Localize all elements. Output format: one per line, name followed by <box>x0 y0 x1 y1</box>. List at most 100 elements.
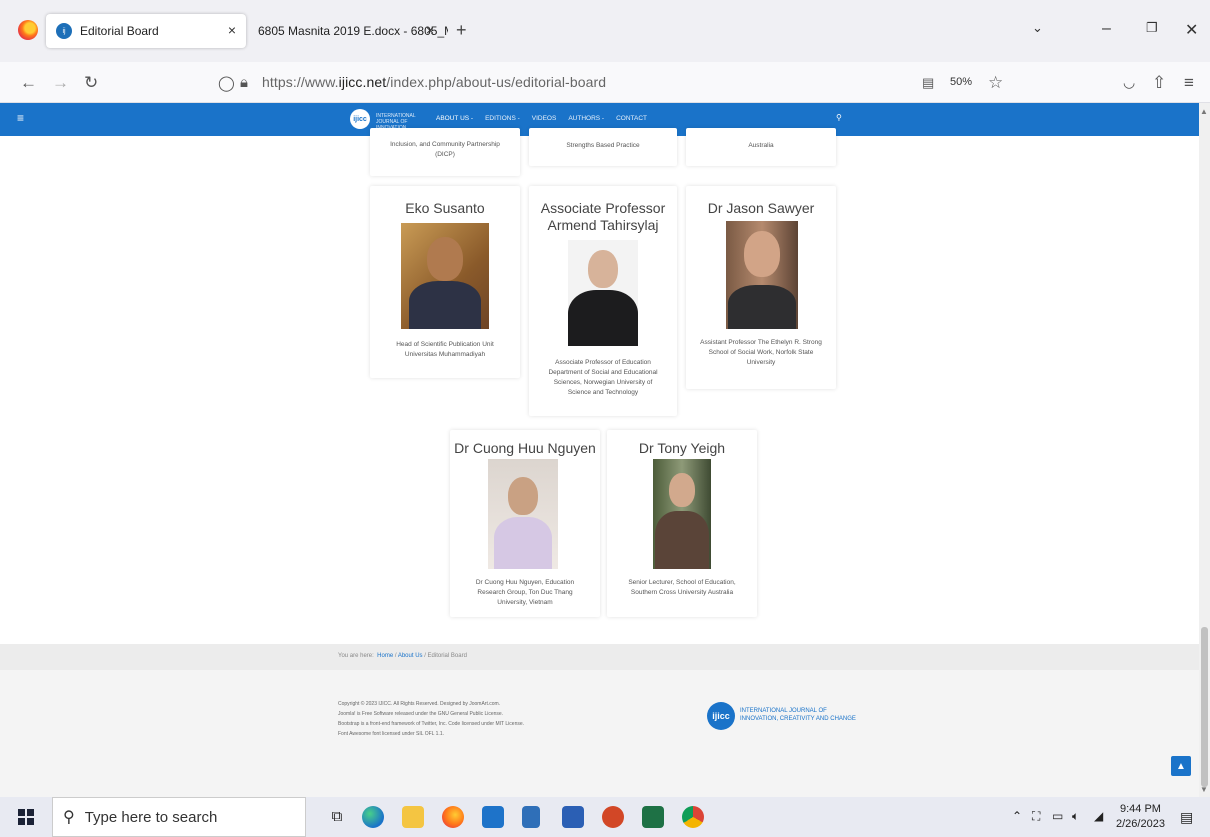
footer-font-license[interactable]: Font Awesome font licensed under SIL OFL… <box>338 731 444 737</box>
member-name: Dr Cuong Huu Nguyen <box>454 440 596 456</box>
tray-chevron-icon[interactable]: ⌃ <box>1012 809 1022 823</box>
maximize-button[interactable]: ❐ <box>1146 20 1158 36</box>
site-logo[interactable]: ijicc <box>350 109 370 129</box>
mail-icon[interactable] <box>482 806 504 828</box>
menu-icon[interactable]: ≡ <box>1184 73 1194 93</box>
browser-nav-bar: ← → ↻ ◯ 🔒︎ https://www.ijicc.net/index.p… <box>0 62 1210 103</box>
url-domain: ijicc.net <box>338 74 387 90</box>
word-icon[interactable] <box>562 806 584 828</box>
member-card: Dr Jason Sawyer Assistant Professor The … <box>686 186 836 389</box>
calculator-icon[interactable] <box>522 806 540 828</box>
menu-about-us[interactable]: ABOUT US - <box>436 115 473 122</box>
menu-contact[interactable]: CONTACT <box>616 115 647 122</box>
footer-logo-line1: INTERNATIONAL JOURNAL OF <box>740 708 827 714</box>
scrollbar-thumb[interactable] <box>1201 627 1208 787</box>
footer-bootstrap-license: Bootstrap is a front-end framework of Tw… <box>338 721 525 727</box>
breadcrumb-about-us[interactable]: About Us <box>398 653 423 659</box>
zoom-level[interactable]: 50% <box>944 70 978 94</box>
star-icon[interactable]: ☆ <box>988 73 1003 93</box>
excel-icon[interactable] <box>642 806 664 828</box>
member-name: Associate Professor Armend Tahirsylaj <box>540 200 666 233</box>
footer-logo-line2: INNOVATION, CREATIVITY AND CHANGE <box>740 716 856 722</box>
menu-videos[interactable]: VIDEOS <box>532 115 557 122</box>
footer-logo-text: INTERNATIONAL JOURNAL OF INNOVATION, CRE… <box>740 707 890 723</box>
minimize-button[interactable]: – <box>1102 20 1111 38</box>
member-card: Associate Professor Armend Tahirsylaj As… <box>529 186 677 416</box>
member-desc: Dr Cuong Huu Nguyen, Education Research … <box>475 579 575 606</box>
menu-editions[interactable]: EDITIONS - <box>485 115 520 122</box>
powerpoint-icon[interactable] <box>602 806 624 828</box>
member-desc: Assistant Professor The Ethelyn R. Stron… <box>700 339 822 366</box>
footer-joomla-license[interactable]: Joomla! is Free Software released under … <box>338 711 503 717</box>
scroll-up-icon[interactable]: ▲ <box>1200 107 1208 116</box>
site-footer: Copyright © 2023 IJICC. All Rights Reser… <box>0 670 1199 797</box>
member-name: Dr Tony Yeigh <box>638 440 726 456</box>
taskbar-search[interactable]: ⚲ Type here to search <box>52 797 306 837</box>
system-clock[interactable]: 9:44 PM 2/26/2023 <box>1116 802 1165 832</box>
member-desc: Australia <box>748 142 774 149</box>
close-window-button[interactable]: ✕ <box>1185 20 1198 40</box>
taskbar-search-placeholder: Type here to search <box>84 808 218 826</box>
forward-icon[interactable]: → <box>52 73 69 93</box>
tab-title: Editorial Board <box>80 24 159 38</box>
search-icon[interactable]: ⚲ <box>836 113 842 122</box>
member-desc: Head of Scientific Publication Unit Univ… <box>396 341 494 358</box>
member-desc: Associate Professor of Education Departm… <box>548 359 658 396</box>
search-icon: ⚲ <box>63 809 75 826</box>
back-to-top-button[interactable]: ▲ <box>1171 756 1191 776</box>
menu-authors[interactable]: AUTHORS - <box>568 115 604 122</box>
breadcrumb: You are here: Home / About Us / Editoria… <box>338 653 467 659</box>
windows-taskbar: ⚲ Type here to search ⧉ ⌃ ⛶ ▭ 🔈︎ ◢ 9:44 … <box>0 797 1210 837</box>
network-icon[interactable]: ⛶ <box>1032 809 1040 824</box>
tab-document[interactable]: 6805 Masnita 2019 E.docx - 6805_M... × <box>252 14 448 48</box>
tab-editorial-board[interactable]: ij Editorial Board × <box>46 14 246 48</box>
firefox-icon[interactable] <box>18 20 38 40</box>
pocket-icon[interactable]: ◡ <box>1123 74 1135 91</box>
tab-title: 6805 Masnita 2019 E.docx - 6805_M... <box>258 24 448 38</box>
member-photo <box>726 221 798 329</box>
new-tab-button[interactable]: + <box>456 20 467 41</box>
footer-copyright: Copyright © 2023 IJICC. All Rights Reser… <box>338 701 501 707</box>
reader-icon[interactable]: ▤ <box>922 75 934 91</box>
member-photo <box>488 459 558 569</box>
member-photo <box>653 459 711 569</box>
ijicc-favicon-icon: ij <box>56 23 72 39</box>
tab-list-chevron-icon[interactable]: ⌄ <box>1032 20 1043 36</box>
member-name: Dr Jason Sawyer <box>707 200 815 216</box>
member-desc: Senior Lecturer, School of Education, So… <box>628 579 736 596</box>
address-bar[interactable]: https://www.ijicc.net/index.php/about-us… <box>262 74 606 90</box>
page-scrollbar[interactable]: ▲ ▼ <box>1199 103 1210 797</box>
edge-icon[interactable] <box>362 806 384 828</box>
notifications-icon[interactable]: ▤ <box>1180 809 1193 826</box>
wifi-icon[interactable]: ◢ <box>1094 809 1103 823</box>
breadcrumb-current: Editorial Board <box>427 653 467 659</box>
breadcrumb-home[interactable]: Home <box>377 653 393 659</box>
extensions-icon[interactable]: ⇧ <box>1152 73 1166 93</box>
member-card: Dr Cuong Huu Nguyen Dr Cuong Huu Nguyen,… <box>450 430 600 617</box>
close-tab-icon[interactable]: × <box>228 22 236 38</box>
member-name: Eko Susanto <box>405 200 485 216</box>
task-view-icon[interactable]: ⧉ <box>326 806 348 828</box>
battery-icon[interactable]: ▭ <box>1052 809 1063 823</box>
windows-start-icon[interactable] <box>18 809 34 825</box>
url-prefix: https://www. <box>262 74 339 90</box>
scroll-down-icon[interactable]: ▼ <box>1200 785 1208 794</box>
volume-icon[interactable]: 🔈︎ <box>1072 809 1079 824</box>
member-card: Dr Tony Yeigh Senior Lecturer, School of… <box>607 430 757 617</box>
member-card-partial: Strengths Based Practice <box>529 128 677 166</box>
back-icon[interactable]: ← <box>20 73 37 93</box>
chrome-icon[interactable] <box>682 806 704 828</box>
clock-date: 2/26/2023 <box>1116 818 1165 830</box>
firefox-taskbar-icon[interactable] <box>442 806 464 828</box>
shield-icon[interactable]: ◯ <box>218 74 235 92</box>
member-desc: Inclusion, and Community Partnership (DI… <box>390 141 500 158</box>
close-tab-icon[interactable]: × <box>426 22 434 38</box>
url-path: /index.php/about-us/editorial-board <box>386 74 607 90</box>
hamburger-icon[interactable]: ≡ <box>17 111 24 125</box>
file-explorer-icon[interactable] <box>402 806 424 828</box>
footer-logo[interactable]: ijicc <box>707 702 735 730</box>
breadcrumb-prefix: You are here: <box>338 653 374 659</box>
lock-icon[interactable]: 🔒︎ <box>240 74 248 91</box>
clock-time: 9:44 PM <box>1119 803 1161 815</box>
reload-icon[interactable]: ↻ <box>84 73 98 93</box>
